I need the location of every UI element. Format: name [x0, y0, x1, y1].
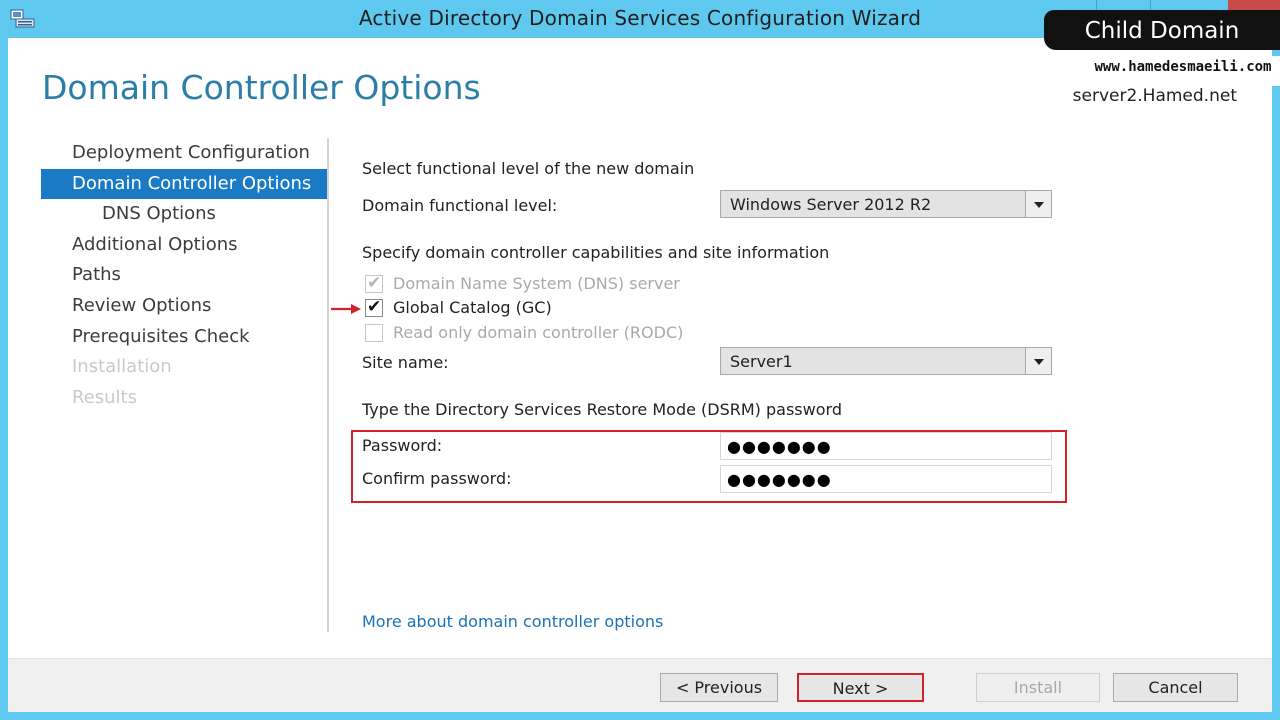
target-server-name: server2.Hamed.net — [1072, 86, 1237, 106]
dns-server-checkbox: ✔ — [365, 273, 383, 293]
checkmark-icon: ✔ — [367, 273, 382, 293]
next-button[interactable]: Next > — [797, 673, 924, 702]
watermark-title-bg: Child Domain — [1044, 10, 1280, 50]
wizard-client-area: Domain Controller Options server2.Hamed.… — [8, 38, 1272, 712]
watermark-url: www.hamedesmaeili.com — [1094, 59, 1272, 75]
wizard-window: Active Directory Domain Services Configu… — [0, 0, 1280, 720]
dropdown-button[interactable] — [1025, 191, 1051, 217]
rodc-label: Read only domain controller (RODC) — [393, 323, 684, 342]
nav-divider — [327, 138, 329, 632]
nav-item-prerequisites-check[interactable]: Prerequisites Check — [41, 322, 327, 353]
rodc-checkbox — [365, 324, 383, 342]
nav-item-review-options[interactable]: Review Options — [41, 291, 327, 322]
nav-item-installation: Installation — [72, 356, 172, 378]
nav-item-deployment-configuration[interactable]: Deployment Configuration — [41, 138, 327, 169]
chevron-down-icon — [1034, 202, 1044, 208]
nav-item-results: Results — [72, 386, 137, 408]
page-title: Domain Controller Options — [42, 68, 481, 107]
watermark-title: Child Domain — [1084, 18, 1240, 44]
chevron-down-icon — [1034, 359, 1044, 365]
nav-item-additional-options[interactable]: Additional Options — [41, 230, 327, 261]
nav-item-paths[interactable]: Paths — [41, 260, 327, 291]
functional-level-heading: Select functional level of the new domai… — [362, 159, 695, 178]
functional-level-label: Domain functional level: — [362, 196, 558, 215]
wizard-navigation: Deployment Configuration Domain Controll… — [41, 138, 327, 413]
dsrm-heading: Type the Directory Services Restore Mode… — [362, 400, 842, 419]
watermark-banner: Child Domain www.hamedesmaeili.com — [1044, 6, 1280, 86]
cancel-button[interactable]: Cancel — [1113, 673, 1238, 702]
password-label: Password: — [362, 436, 443, 455]
dns-server-label: Domain Name System (DNS) server — [393, 274, 680, 293]
more-info-link[interactable]: More about domain controller options — [362, 612, 663, 631]
confirm-password-field[interactable]: ●●●●●●● — [720, 465, 1052, 493]
nav-item-domain-controller-options[interactable]: Domain Controller Options — [41, 168, 327, 200]
red-arrow-icon — [331, 304, 361, 314]
nav-item-dns-options[interactable]: DNS Options — [41, 199, 327, 230]
global-catalog-label: Global Catalog (GC) — [393, 298, 552, 317]
site-name-value: Server1 — [730, 352, 793, 371]
capabilities-heading: Specify domain controller capabilities a… — [362, 243, 830, 262]
domain-functional-level-select[interactable]: Windows Server 2012 R2 — [720, 190, 1052, 218]
install-button: Install — [976, 673, 1100, 702]
confirm-password-label: Confirm password: — [362, 469, 512, 488]
site-name-label: Site name: — [362, 353, 449, 372]
checkmark-icon: ✔ — [367, 297, 382, 317]
domain-functional-level-value: Windows Server 2012 R2 — [730, 195, 932, 214]
previous-button[interactable]: < Previous — [660, 673, 778, 702]
dropdown-button[interactable] — [1025, 348, 1051, 374]
watermark-url-bg: www.hamedesmaeili.com — [1086, 56, 1280, 86]
password-value: ●●●●●●● — [727, 437, 832, 456]
confirm-password-value: ●●●●●●● — [727, 470, 832, 489]
button-bar: < Previous Next > Install Cancel — [8, 658, 1272, 712]
site-name-select[interactable]: Server1 — [720, 347, 1052, 375]
global-catalog-checkbox[interactable]: ✔ — [365, 297, 383, 317]
password-field[interactable]: ●●●●●●● — [720, 432, 1052, 460]
